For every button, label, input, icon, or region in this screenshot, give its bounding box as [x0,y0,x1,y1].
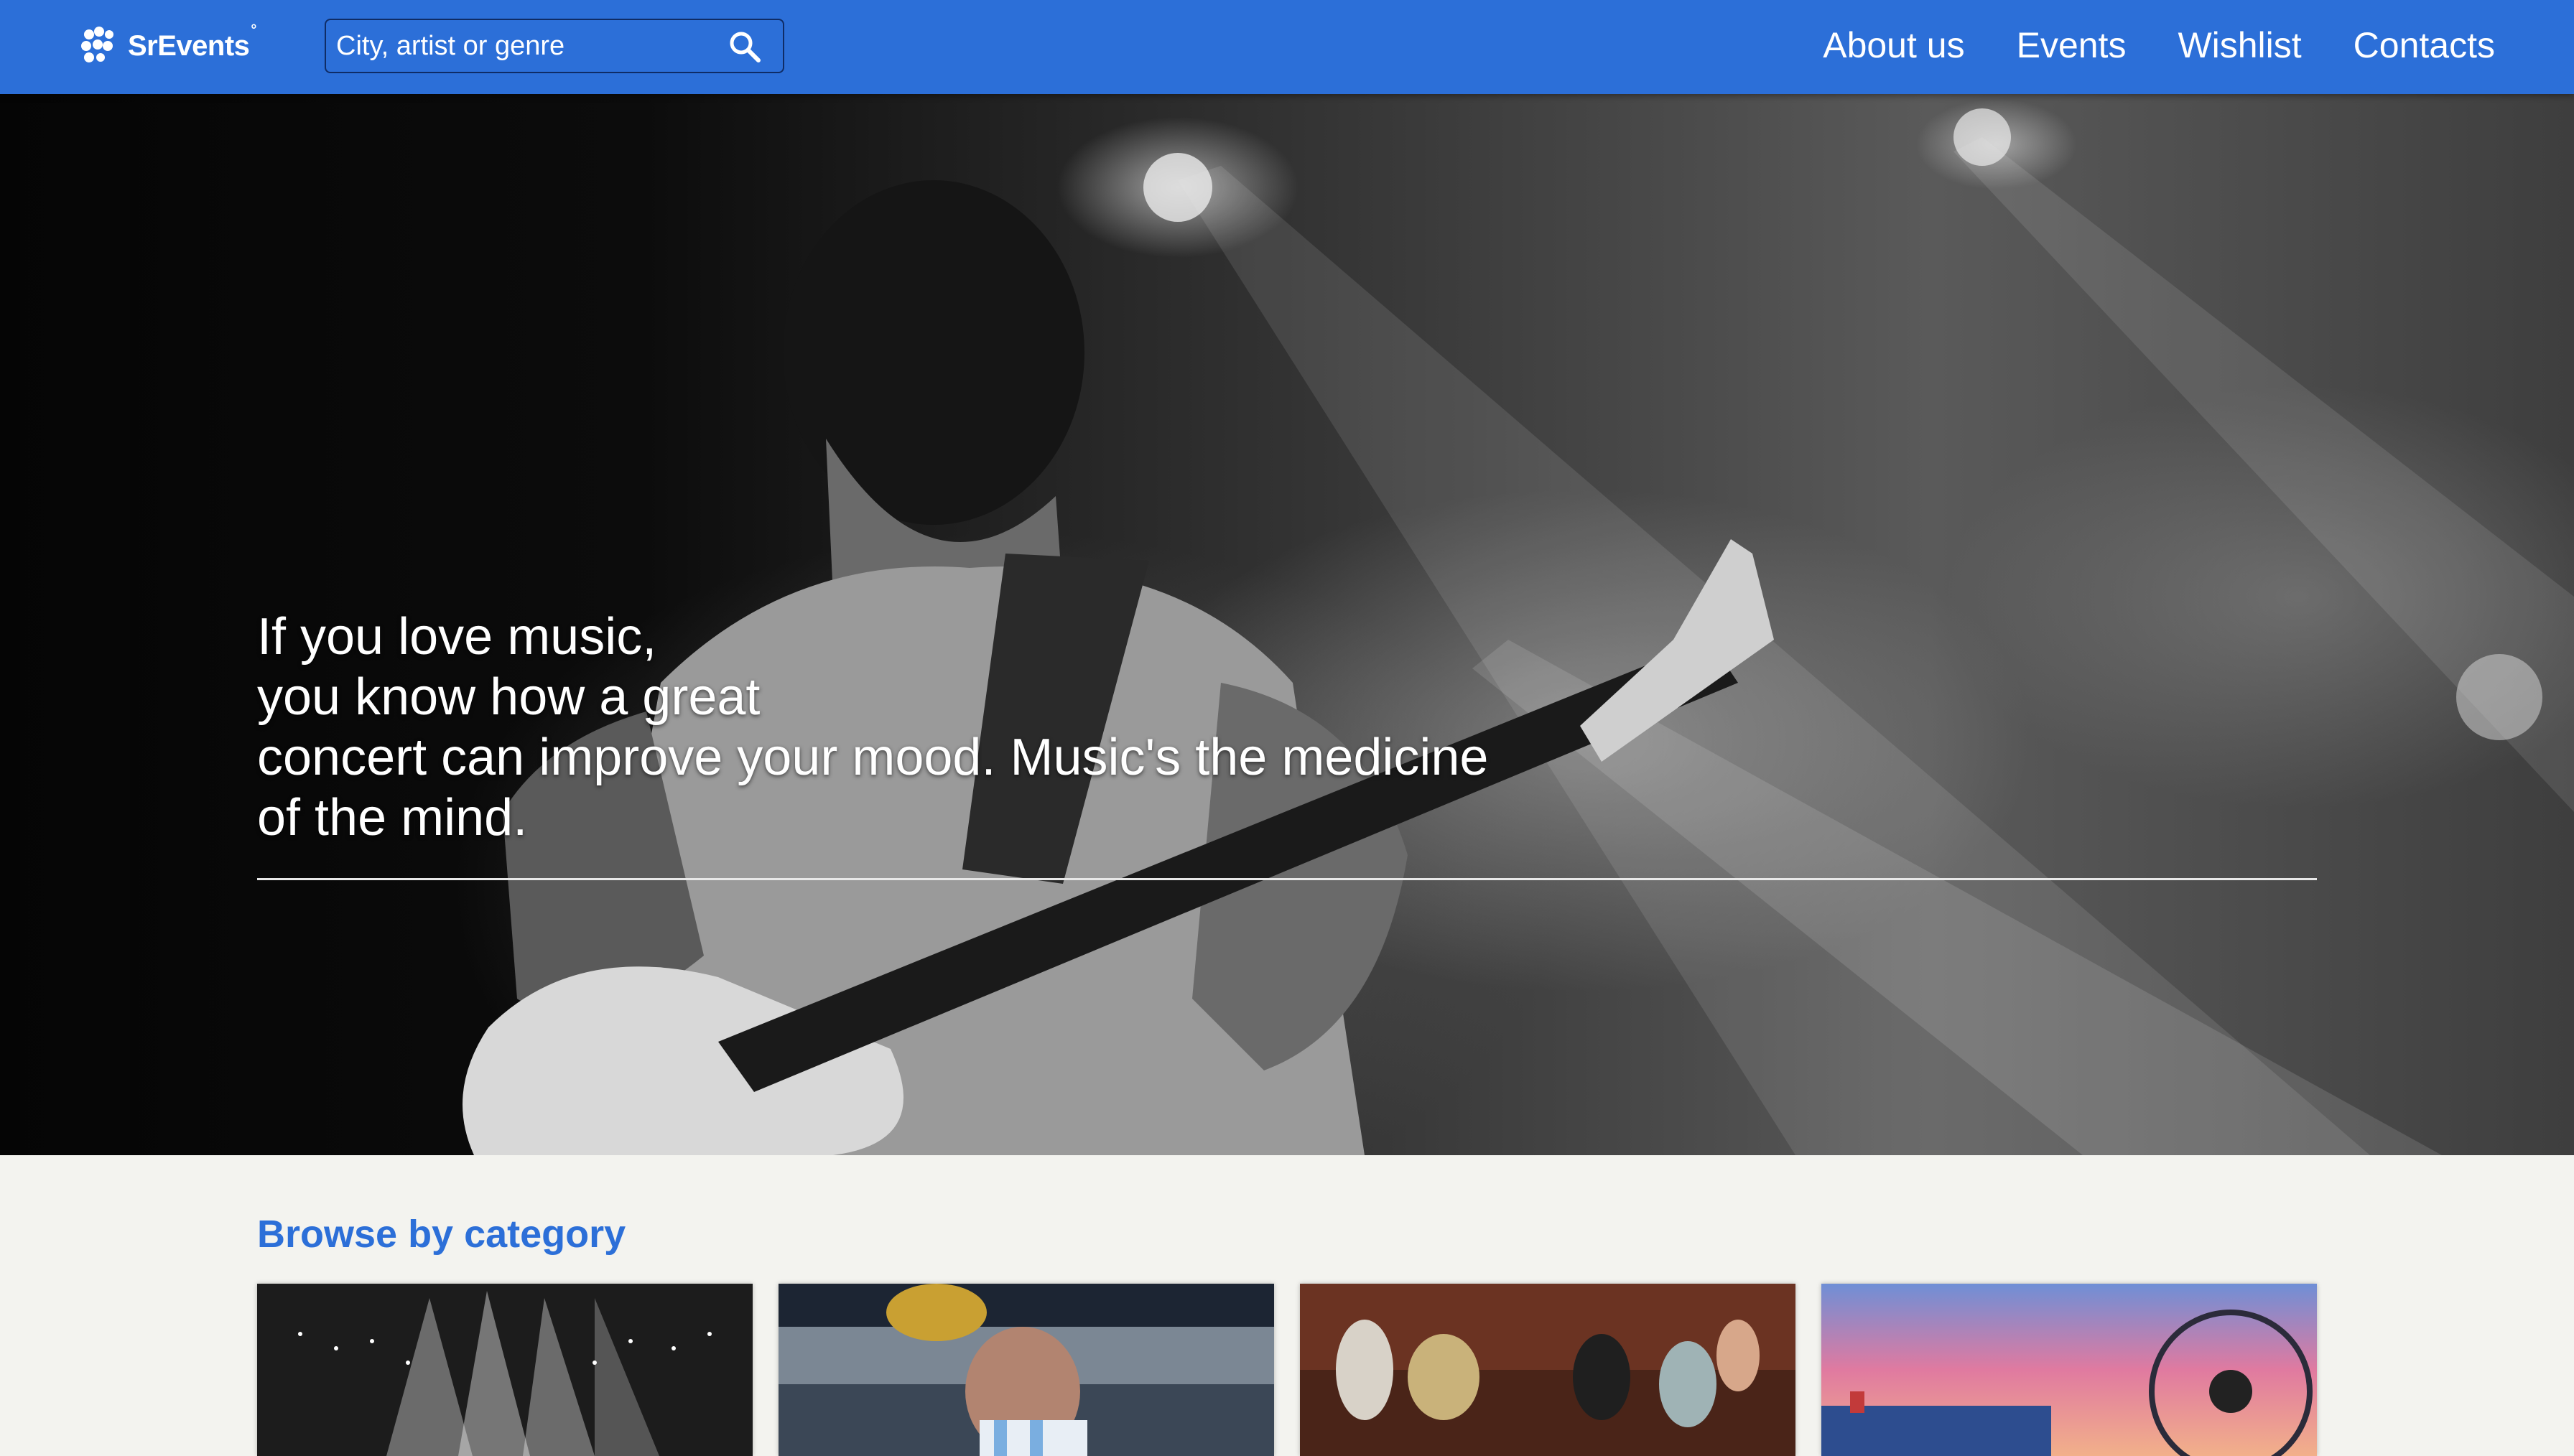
main-nav: About us Events Wishlist Contacts [1823,20,2495,70]
top-navigation-bar: SrEvents° About us Events Wishlist Conta… [0,0,2574,94]
nav-wishlist[interactable]: Wishlist [2178,24,2301,66]
category-card-theatre[interactable] [1300,1284,1795,1456]
nav-contacts[interactable]: Contacts [2354,24,2495,66]
amusement-park-image [1821,1284,2317,1456]
hero-line: If you love music, [257,608,657,666]
category-card-family[interactable] [1821,1284,2317,1456]
category-cards [257,1284,2317,1456]
search-icon[interactable] [728,30,761,63]
category-card-concerts[interactable] [257,1284,753,1456]
football-trophy-image [779,1284,1274,1456]
hero-banner: If you love music, you know how a great … [0,94,2574,1155]
logo-text: SrEvents ° [128,22,256,62]
hero-divider [257,878,2317,880]
category-card-sport[interactable] [779,1284,1274,1456]
hero-line: of the mind. [257,789,528,846]
hero-line: concert can improve your mood. Music's t… [257,729,1489,786]
logo[interactable]: SrEvents ° [79,22,256,67]
search-box [325,19,784,73]
hero-quote: If you love music, you know how a great … [257,607,1550,848]
nav-about-us[interactable]: About us [1823,24,1964,66]
hero-line: you know how a great [257,668,761,726]
theatre-stage-image [1300,1284,1795,1456]
search-input[interactable] [336,20,724,72]
concert-stage-image [257,1284,753,1456]
browse-category-heading: Browse by category [257,1213,626,1256]
nav-events[interactable]: Events [2017,24,2127,66]
logo-icon [81,27,113,62]
